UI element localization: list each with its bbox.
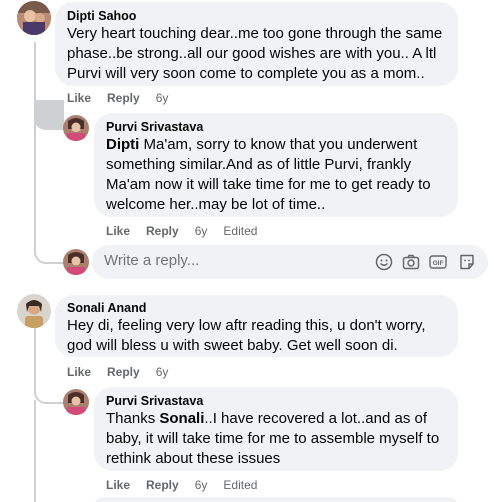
comment-text-part: Thanks [106, 410, 160, 427]
comment-text-line: Dipti Ma'am, sorry to know that you unde… [106, 135, 446, 155]
comment-bubble: Dipti Sahoo Very heart touching dear..me… [55, 2, 458, 86]
timestamp[interactable]: 6y [195, 223, 208, 239]
like-button[interactable]: Like [67, 364, 91, 380]
avatar[interactable] [17, 294, 51, 328]
avatar[interactable] [63, 115, 89, 141]
comment-text-line: phase..be strong..all our good wishes ar… [67, 45, 437, 62]
like-button[interactable]: Like [106, 477, 130, 493]
thread-line [34, 374, 64, 404]
comment-text-line: Hey di, feeling very low aftr reading th… [67, 317, 426, 334]
comment-text-part: ..I have recovered a lot..and as of [204, 410, 428, 427]
comment-actions: Like Reply 6y Edited [106, 223, 273, 239]
comment-actions: Like Reply 6y Edited [106, 477, 273, 493]
comment-text-line: rethink about these issues [106, 450, 281, 467]
avatar[interactable] [63, 389, 89, 415]
comment-text-line: Thanks Sonali..I have recovered a lot..a… [106, 409, 446, 429]
emoji-icon[interactable] [375, 253, 393, 271]
comment-text-line: Very heart touching dear..me too gone th… [67, 25, 443, 42]
reply-button[interactable]: Reply [146, 477, 179, 493]
avatar[interactable] [17, 1, 51, 35]
gif-icon[interactable]: GIF [429, 253, 447, 271]
edited-label[interactable]: Edited [223, 477, 257, 493]
reply-button[interactable]: Reply [107, 90, 140, 106]
thread-line [34, 100, 64, 130]
comment-actions: Like Reply 6y [67, 364, 184, 380]
comment-text-line: baby, it will take time for me to assemb… [106, 430, 440, 447]
reply-button[interactable]: Reply [107, 364, 140, 380]
current-user-avatar [63, 249, 89, 275]
sticker-icon[interactable] [458, 253, 476, 271]
comment-text-line: welcome her..may be lot of time.. [106, 196, 326, 213]
comment-text-line: something similar.And as of little Purvi… [106, 156, 412, 173]
next-reply-bubble-partial [94, 497, 458, 502]
thread-line [34, 42, 36, 102]
thread-line [34, 400, 36, 502]
comment-author[interactable]: Purvi Srivastava [106, 119, 446, 135]
comment-text-part: Ma'am, sorry to know that you underwent [139, 136, 418, 153]
comment-author[interactable]: Purvi Srivastava [106, 393, 446, 409]
comment-bubble: Sonali Anand Hey di, feeling very low af… [55, 295, 458, 357]
like-button[interactable]: Like [67, 90, 91, 106]
reply-button[interactable]: Reply [146, 223, 179, 239]
edited-label[interactable]: Edited [223, 223, 257, 239]
timestamp[interactable]: 6y [156, 90, 169, 106]
comment-author[interactable]: Dipti Sahoo [67, 8, 446, 24]
comment-text-line: Ma'am now it will take time for me to ge… [106, 176, 431, 193]
mention-link[interactable]: Sonali [159, 410, 204, 427]
camera-icon[interactable] [402, 253, 420, 271]
timestamp[interactable]: 6y [195, 477, 208, 493]
reply-input[interactable] [104, 252, 354, 269]
mention-link[interactable]: Dipti [106, 136, 139, 153]
reply-bubble: Purvi Srivastava Dipti Ma'am, sorry to k… [94, 113, 458, 217]
comment-author[interactable]: Sonali Anand [67, 300, 446, 316]
comment-actions: Like Reply 6y [67, 90, 184, 106]
timestamp[interactable]: 6y [156, 364, 169, 380]
comment-text-line: god will bless u with sweet baby. Get we… [67, 337, 398, 354]
reply-bubble: Purvi Srivastava Thanks Sonali..I have r… [94, 387, 458, 471]
svg-text:GIF: GIF [433, 260, 444, 267]
reply-composer: GIF [92, 245, 488, 279]
like-button[interactable]: Like [106, 223, 130, 239]
thread-line [34, 326, 36, 376]
comment-text-line: Purvi will very soon come to complete yo… [67, 65, 425, 82]
